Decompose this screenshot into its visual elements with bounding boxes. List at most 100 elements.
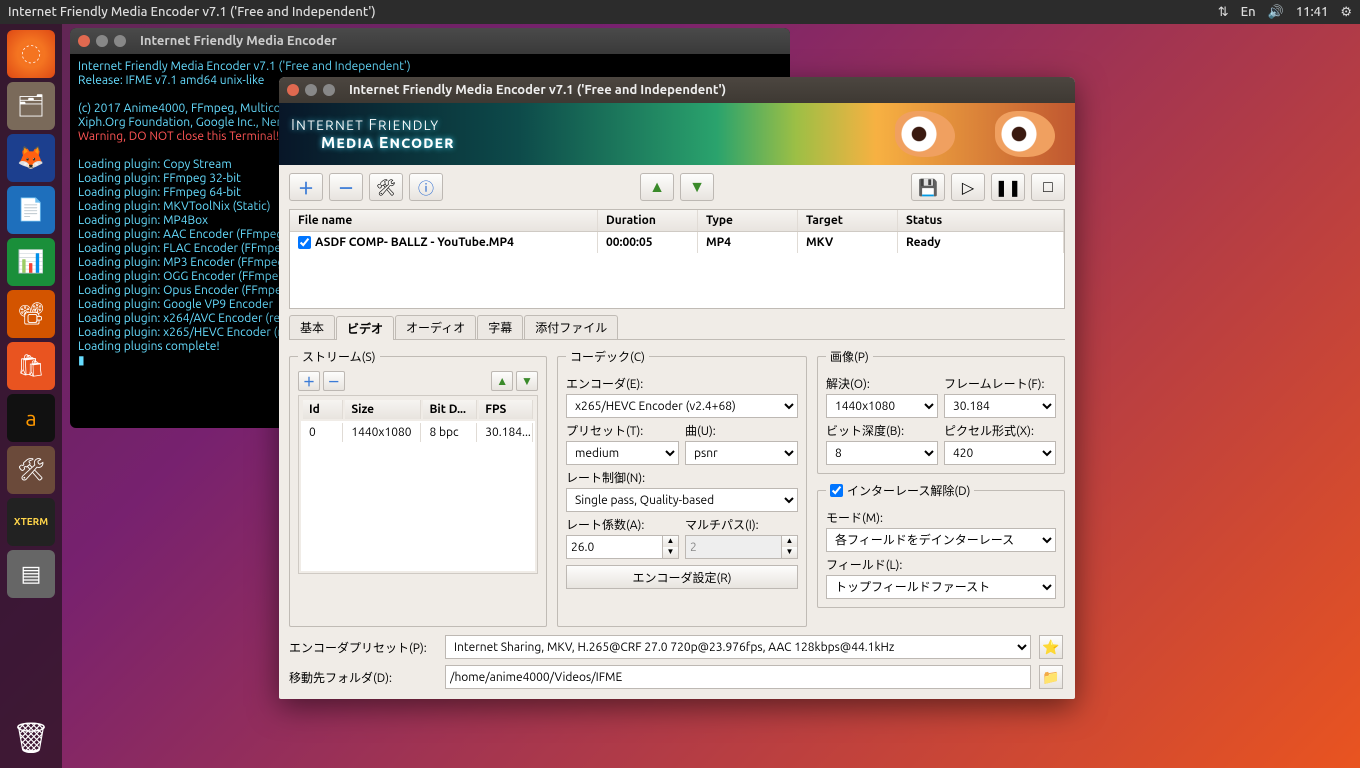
file-list[interactable]: File name Duration Type Target Status AS… xyxy=(289,209,1065,309)
running-app-icon[interactable]: ▤ xyxy=(7,550,55,598)
deinterlace-checkbox[interactable] xyxy=(830,484,843,497)
preset-label: プリセット(T): xyxy=(566,422,679,439)
ratefactor-label: レート係数(A): xyxy=(566,516,679,533)
file-checkbox[interactable] xyxy=(298,236,311,249)
amazon-icon[interactable]: a xyxy=(7,394,55,442)
firefox-icon[interactable]: 🦊 xyxy=(7,134,55,182)
file-name: ASDF COMP- BALLZ - YouTube.MP4 xyxy=(315,236,514,249)
move-up-button[interactable]: ▲ xyxy=(640,173,674,201)
deint-field-select[interactable]: トップフィールドファースト xyxy=(826,575,1056,599)
settings-icon[interactable]: 🛠 xyxy=(7,446,55,494)
pixelformat-label: ピクセル形式(X): xyxy=(944,422,1056,439)
encoder-preset-select[interactable]: Internet Sharing, MKV, H.265@CRF 27.0 72… xyxy=(445,635,1031,659)
remove-file-button[interactable]: － xyxy=(329,173,363,201)
minimize-icon[interactable] xyxy=(96,35,108,47)
minimize-icon[interactable] xyxy=(305,84,317,96)
tab-basic[interactable]: 基本 xyxy=(289,315,335,339)
sound-icon[interactable]: 🔊 xyxy=(1268,5,1284,20)
col-filename[interactable]: File name xyxy=(290,210,598,231)
stream-table[interactable]: Id Size Bit D... FPS 0 1440x1080 8 bpc 3… xyxy=(298,395,538,574)
col-duration[interactable]: Duration xyxy=(598,210,698,231)
framerate-label: フレームレート(F): xyxy=(944,375,1056,392)
bitdepth-label: ビット深度(B): xyxy=(826,422,938,439)
file-row[interactable]: ASDF COMP- BALLZ - YouTube.MP4 00:00:05 … xyxy=(290,232,1064,253)
system-top-bar: Internet Friendly Media Encoder v7.1 ('F… xyxy=(0,0,1360,24)
col-size[interactable]: Size xyxy=(345,400,421,419)
stream-panel: ストリーム(S) ＋ － ▲ ▼ Id Size Bit D... FPS 0 … xyxy=(289,348,547,627)
framerate-select[interactable]: 30.184 xyxy=(944,394,1056,418)
tab-subtitle[interactable]: 字幕 xyxy=(477,315,523,339)
clock[interactable]: 11:41 xyxy=(1296,5,1329,19)
encoder-settings-button[interactable]: エンコーダ設定(R) xyxy=(566,565,798,589)
stream-up-button[interactable]: ▲ xyxy=(491,371,513,391)
file-duration: 00:00:05 xyxy=(598,232,698,253)
resolution-select[interactable]: 1440x1080 xyxy=(826,394,938,418)
main-toolbar: ＋ － 🛠 ⓘ ▲ ▼ 💾 ▷ ❚❚ □ xyxy=(279,165,1075,209)
network-icon[interactable]: ⇅ xyxy=(1218,5,1229,20)
impress-icon[interactable]: 📽 xyxy=(7,290,55,338)
col-status[interactable]: Status xyxy=(898,210,1064,231)
gear-icon[interactable]: ⚙ xyxy=(1340,5,1352,20)
file-type: MP4 xyxy=(698,232,798,253)
pause-button[interactable]: ❚❚ xyxy=(991,173,1025,201)
image-legend: 画像(P) xyxy=(826,348,873,365)
ifme-window: Internet Friendly Media Encoder v7.1 ('F… xyxy=(279,77,1075,699)
col-fps[interactable]: FPS xyxy=(479,400,533,419)
browse-folder-button[interactable]: 📁 xyxy=(1039,665,1063,689)
tab-audio[interactable]: オーディオ xyxy=(395,315,476,339)
tab-video[interactable]: ビデオ xyxy=(336,316,394,340)
close-icon[interactable] xyxy=(287,84,299,96)
app-titlebar[interactable]: Internet Friendly Media Encoder v7.1 ('F… xyxy=(279,77,1075,103)
favorite-button[interactable]: ⭐ xyxy=(1039,635,1063,659)
dash-icon[interactable]: ◌ xyxy=(7,30,55,78)
bitdepth-select[interactable]: 8 xyxy=(826,441,938,465)
pixelformat-select[interactable]: 420 xyxy=(944,441,1056,465)
writer-icon[interactable]: 📄 xyxy=(7,186,55,234)
col-target[interactable]: Target xyxy=(798,210,898,231)
col-type[interactable]: Type xyxy=(698,210,798,231)
banner-art xyxy=(895,111,955,157)
xterm-icon[interactable]: XTERM xyxy=(7,498,55,546)
save-button[interactable]: 💾 xyxy=(911,173,945,201)
deint-mode-select[interactable]: 各フィールドをデインターレース xyxy=(826,528,1056,552)
stream-down-button[interactable]: ▼ xyxy=(516,371,538,391)
spin-down-icon[interactable]: ▼ xyxy=(663,547,678,558)
resolution-label: 解決(O): xyxy=(826,375,938,392)
tools-button[interactable]: 🛠 xyxy=(369,173,403,201)
ratefactor-input[interactable] xyxy=(566,535,663,559)
multipass-input xyxy=(685,535,782,559)
col-id[interactable]: Id xyxy=(303,400,343,419)
maximize-icon[interactable] xyxy=(114,35,126,47)
terminal-titlebar[interactable]: Internet Friendly Media Encoder xyxy=(70,28,790,54)
destination-input[interactable] xyxy=(445,665,1031,689)
add-file-button[interactable]: ＋ xyxy=(289,173,323,201)
image-panel: 画像(P) 解決(O): 1440x1080 フレームレート(F): 30.18… xyxy=(817,348,1065,474)
keyboard-indicator[interactable]: En xyxy=(1241,5,1256,19)
stop-button[interactable]: □ xyxy=(1031,173,1065,201)
file-target: MKV xyxy=(798,232,898,253)
close-icon[interactable] xyxy=(78,35,90,47)
tune-label: 曲(U): xyxy=(685,422,798,439)
spin-up-icon[interactable]: ▲ xyxy=(663,536,678,547)
ratecontrol-select[interactable]: Single pass, Quality-based xyxy=(566,488,798,512)
stream-row[interactable]: 0 1440x1080 8 bpc 30.184... xyxy=(301,421,535,444)
preset-select[interactable]: medium xyxy=(566,441,679,465)
software-center-icon[interactable]: 🛍 xyxy=(7,342,55,390)
codec-panel: コーデック(C) エンコーダ(E): x265/HEVC Encoder (v2… xyxy=(557,348,807,627)
encoder-select[interactable]: x265/HEVC Encoder (v2.4+68) xyxy=(566,394,798,418)
maximize-icon[interactable] xyxy=(323,84,335,96)
spin-down-icon: ▼ xyxy=(782,547,797,558)
stream-add-button[interactable]: ＋ xyxy=(298,371,320,391)
stream-remove-button[interactable]: － xyxy=(323,371,345,391)
app-banner: Internet FriendlyMedia Encoder xyxy=(279,103,1075,165)
info-button[interactable]: ⓘ xyxy=(409,173,443,201)
trash-icon[interactable]: 🗑 xyxy=(7,714,55,762)
col-bitdepth[interactable]: Bit D... xyxy=(423,400,477,419)
tune-select[interactable]: psnr xyxy=(685,441,798,465)
move-down-button[interactable]: ▼ xyxy=(680,173,714,201)
bottom-area: エンコーダプリセット(P): Internet Sharing, MKV, H.… xyxy=(279,627,1075,699)
play-button[interactable]: ▷ xyxy=(951,173,985,201)
calc-icon[interactable]: 📊 xyxy=(7,238,55,286)
tab-attachment[interactable]: 添付ファイル xyxy=(524,315,618,339)
files-icon[interactable]: 🗂 xyxy=(7,82,55,130)
